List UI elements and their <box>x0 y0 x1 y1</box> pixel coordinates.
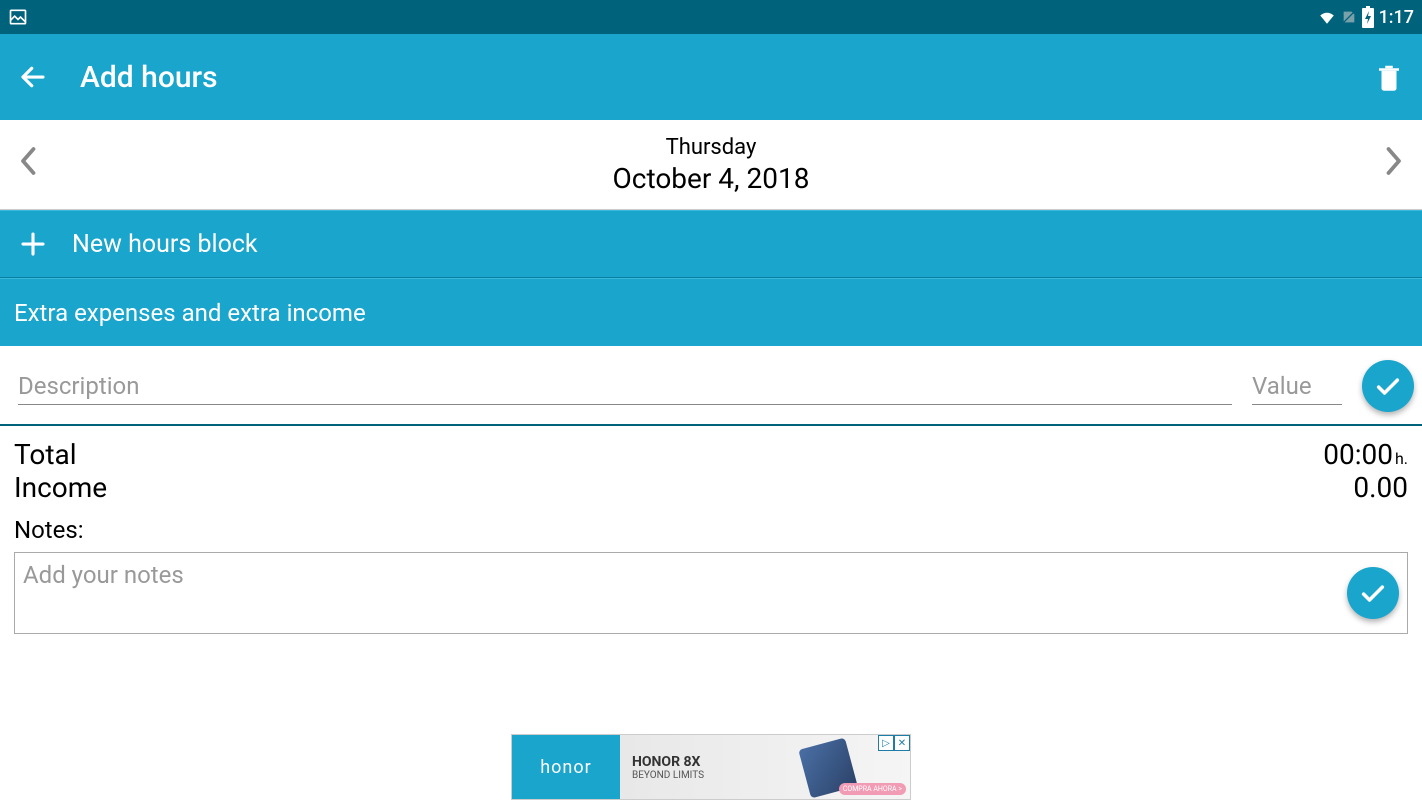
app-title: Add hours <box>80 60 1374 95</box>
check-icon <box>1359 579 1387 607</box>
next-day-button[interactable] <box>1384 146 1402 184</box>
status-time: 1:17 <box>1379 7 1414 28</box>
prev-day-button[interactable] <box>20 146 38 184</box>
delete-button[interactable] <box>1374 60 1404 94</box>
notes-box <box>14 552 1408 634</box>
ad-title: HONOR 8X <box>632 754 910 770</box>
new-block-label: New hours block <box>72 230 258 259</box>
ad-cta: COMPRA AHORA > <box>839 783 906 795</box>
date-navigator: Thursday October 4, 2018 <box>0 120 1422 210</box>
day-name: Thursday <box>38 135 1384 160</box>
description-input[interactable] <box>18 368 1232 405</box>
check-icon <box>1374 372 1402 400</box>
extras-label: Extra expenses and extra income <box>14 299 366 327</box>
notes-input[interactable] <box>23 561 1339 625</box>
notes-label: Notes: <box>14 516 1408 544</box>
ad-controls: ▷ ✕ <box>878 735 910 751</box>
battery-charging-icon <box>1361 6 1375 28</box>
date-string: October 4, 2018 <box>38 162 1384 195</box>
confirm-notes-button[interactable] <box>1347 567 1399 619</box>
income-value: 0.00 <box>1353 471 1408 504</box>
gallery-icon <box>8 7 28 27</box>
status-bar: 1:17 <box>0 0 1422 34</box>
extras-header: Extra expenses and extra income <box>0 278 1422 346</box>
income-label: Income <box>14 471 107 504</box>
back-button[interactable] <box>18 62 48 92</box>
sim-icon <box>1341 7 1357 27</box>
ad-subtitle: BEYOND LIMITS <box>632 770 910 781</box>
notes-section: Notes: <box>0 508 1422 642</box>
new-hours-block-button[interactable]: New hours block <box>0 210 1422 278</box>
ad-brand: honor <box>512 735 620 799</box>
ad-content: HONOR 8X BEYOND LIMITS COMPRA AHORA > ▷ … <box>620 735 910 799</box>
extra-input-row <box>0 346 1422 426</box>
app-bar: Add hours <box>0 34 1422 120</box>
date-display[interactable]: Thursday October 4, 2018 <box>38 135 1384 195</box>
ad-banner[interactable]: honor HONOR 8X BEYOND LIMITS COMPRA AHOR… <box>511 734 911 800</box>
totals-section: Total 00:00h. Income 0.00 <box>0 426 1422 508</box>
wifi-icon <box>1317 8 1337 26</box>
total-value: 00:00h. <box>1323 438 1408 471</box>
ad-close-icon[interactable]: ✕ <box>894 735 910 751</box>
confirm-extra-button[interactable] <box>1362 360 1414 412</box>
total-label: Total <box>14 438 77 471</box>
value-input[interactable] <box>1252 368 1342 405</box>
ad-info-icon[interactable]: ▷ <box>878 735 894 751</box>
plus-icon <box>18 229 48 259</box>
